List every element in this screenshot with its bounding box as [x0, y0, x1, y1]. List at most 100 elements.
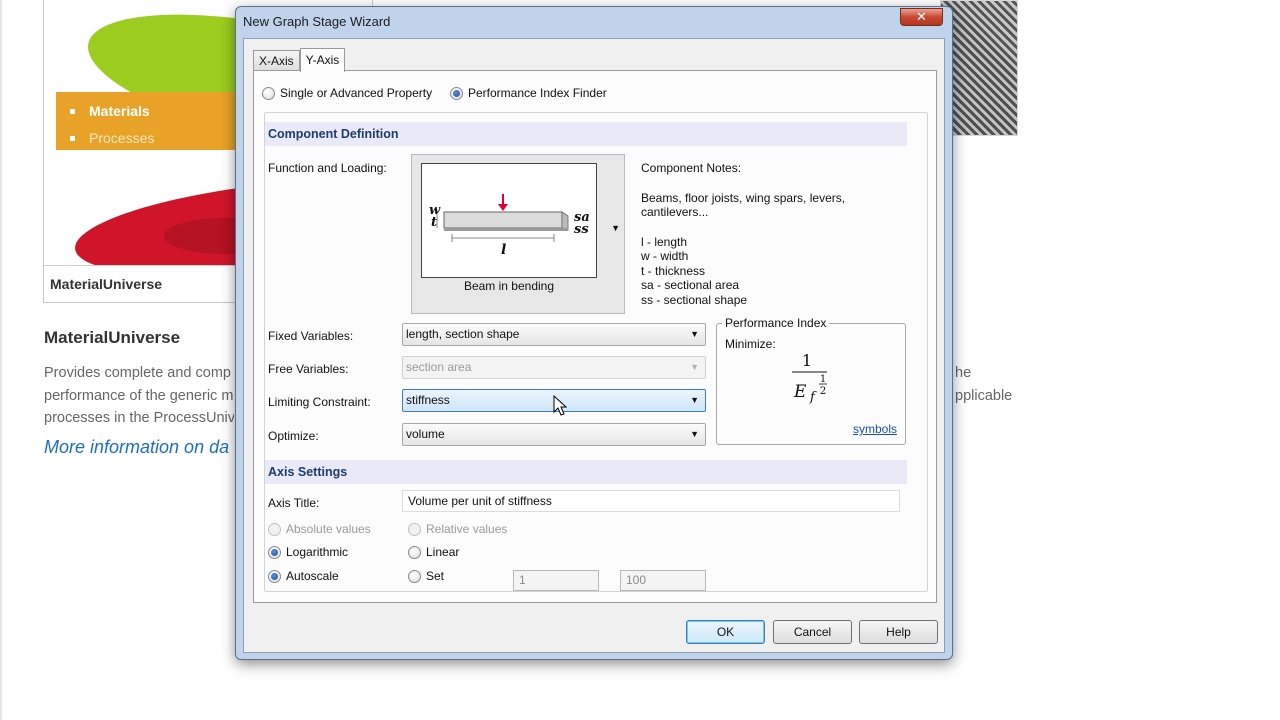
dropdown-value: volume: [406, 427, 445, 441]
dropdown-value: stiffness: [406, 393, 450, 407]
radio-label: Linear: [426, 545, 460, 559]
dropdown-arrow-icon: ▼: [690, 362, 699, 372]
paragraph-line: performance of the generic m: [44, 387, 234, 404]
section-paragraph: Provides complete and comp performance o…: [44, 362, 234, 430]
y-axis-panel: Single or Advanced Property Performance …: [253, 70, 937, 603]
dropdown-arrow-icon: ▼: [690, 329, 699, 339]
mouse-cursor-icon: [553, 395, 567, 416]
bullet-icon: [70, 136, 75, 141]
loading-preview-selector[interactable]: w t l sa ss Beam in bending ▼: [411, 154, 625, 314]
fixed-variables-label: Fixed Variables:: [268, 329, 354, 343]
menu-item-processes[interactable]: Processes: [70, 125, 256, 152]
logarithmic-radio[interactable]: Logarithmic: [268, 545, 348, 559]
formula-numerator: 1: [802, 352, 812, 370]
dropdown-arrow-icon[interactable]: ▼: [611, 223, 620, 233]
radio-button-icon: [262, 86, 275, 100]
tab-x-axis[interactable]: X-Axis: [253, 50, 300, 71]
radio-label: Set: [426, 569, 445, 583]
radio-label: Relative values: [426, 522, 508, 536]
paragraph-right-fragment: he pplicable: [955, 362, 1012, 407]
performance-index-radio[interactable]: Performance Index Finder: [450, 86, 607, 100]
absolute-values-radio: Absolute values: [268, 522, 371, 536]
performance-index-box: Performance Index Minimize: 1 E f 1 2 sy…: [716, 316, 906, 445]
diagram-label-l: l: [501, 242, 506, 258]
minimize-label: Minimize:: [725, 337, 776, 351]
variable-item: sa - sectional area: [641, 278, 740, 292]
linear-radio[interactable]: Linear: [408, 545, 459, 559]
radio-button-icon: [268, 522, 281, 536]
formula-exp-denominator: 2: [820, 386, 826, 397]
menu-item-label: Processes: [89, 130, 155, 146]
component-definition-header: Component Definition: [265, 122, 907, 146]
dropdown-value: length, section shape: [406, 327, 520, 341]
radio-button-icon: [408, 522, 421, 536]
notes-line: Beams, floor joists, wing spars, levers,: [641, 190, 846, 205]
dropdown-value: section area: [406, 360, 472, 374]
bullet-icon: [70, 109, 75, 114]
radio-label: Autoscale: [286, 569, 339, 583]
variable-item: t - thickness: [641, 263, 706, 278]
function-loading-label: Function and Loading:: [268, 161, 387, 175]
performance-index-formula: 1 E f 1 2: [792, 352, 827, 405]
optimize-label: Optimize:: [268, 429, 319, 443]
paragraph-line: pplicable: [955, 387, 1013, 404]
menu-item-label: Materials: [89, 103, 150, 119]
preview-caption: Beam in bending: [463, 279, 555, 293]
formula-subscript: f: [809, 390, 817, 405]
section-heading: MaterialUniverse: [44, 328, 181, 347]
radio-selected-icon: [450, 86, 463, 100]
axis-tabs: X-Axis Y-Axis: [253, 47, 346, 72]
menu-item-materials[interactable]: Materials: [70, 98, 256, 125]
autoscale-radio[interactable]: Autoscale: [268, 569, 339, 583]
axis-settings-header: Axis Settings: [265, 460, 907, 484]
dialog-title: New Graph Stage Wizard: [243, 14, 391, 29]
diagram-label-t: t: [431, 215, 437, 230]
tab-y-axis[interactable]: Y-Axis: [299, 48, 346, 72]
dropdown-arrow-icon: ▼: [690, 429, 699, 439]
variable-item: ss - sectional shape: [641, 292, 748, 307]
dialog-client: X-Axis Y-Axis Single or Advanced Propert…: [243, 38, 945, 653]
component-notes: Component Notes: Beams, floor joists, wi…: [641, 161, 845, 307]
axis-title-label: Axis Title:: [268, 496, 320, 510]
variable-item: l - length: [641, 234, 688, 249]
more-info-link[interactable]: More information on da: [44, 437, 234, 458]
dropdown-arrow-icon: ▼: [690, 395, 699, 405]
radio-label: Absolute values: [286, 522, 371, 536]
symbols-link[interactable]: symbols: [853, 422, 897, 436]
radio-button-icon: [408, 569, 421, 583]
radio-label: Single or Advanced Property: [280, 86, 433, 100]
radio-button-icon: [408, 545, 421, 559]
help-button[interactable]: Help: [859, 620, 938, 644]
card-menu: Materials Processes: [56, 92, 256, 150]
free-variables-dropdown: section area ▼: [402, 356, 706, 379]
single-property-radio[interactable]: Single or Advanced Property: [262, 86, 432, 100]
paragraph-line: he: [955, 365, 972, 381]
graph-stage-wizard-dialog: New Graph Stage Wizard ✕ X-Axis Y-Axis S…: [235, 6, 953, 660]
fixed-variables-dropdown[interactable]: length, section shape ▼: [402, 323, 706, 346]
free-variables-label: Free Variables:: [268, 362, 349, 376]
ok-button[interactable]: OK: [686, 620, 765, 644]
radio-label: Logarithmic: [286, 545, 349, 559]
notes-line: cantilevers...: [641, 205, 709, 219]
variable-item: w - width: [641, 249, 689, 263]
formula-base: E: [793, 382, 807, 402]
axis-min-input: 1: [513, 570, 599, 591]
close-icon[interactable]: ✕: [900, 8, 943, 26]
formula-exp-numerator: 1: [820, 374, 826, 385]
set-scale-radio[interactable]: Set: [408, 569, 444, 583]
axis-max-input: 100: [620, 570, 706, 591]
radio-selected-icon: [268, 569, 281, 583]
relative-values-radio: Relative values: [408, 522, 507, 536]
component-notes-body: Beams, floor joists, wing spars, levers,…: [641, 191, 845, 220]
beam-in-bending-diagram: w t l sa ss: [429, 194, 590, 258]
limiting-constraint-label: Limiting Constraint:: [268, 395, 371, 409]
dialog-titlebar[interactable]: New Graph Stage Wizard ✕: [236, 7, 952, 37]
cancel-button[interactable]: Cancel: [773, 620, 852, 644]
performance-index-legend: Performance Index: [722, 316, 830, 330]
optimize-dropdown[interactable]: volume ▼: [402, 423, 706, 446]
component-notes-title: Component Notes:: [641, 161, 742, 175]
paragraph-line: processes in the ProcessUnive: [44, 410, 234, 426]
radio-selected-icon: [268, 545, 281, 559]
axis-title-input[interactable]: Volume per unit of stiffness: [402, 490, 900, 512]
component-variable-list: l - length w - width t - thickness sa - …: [641, 235, 845, 308]
